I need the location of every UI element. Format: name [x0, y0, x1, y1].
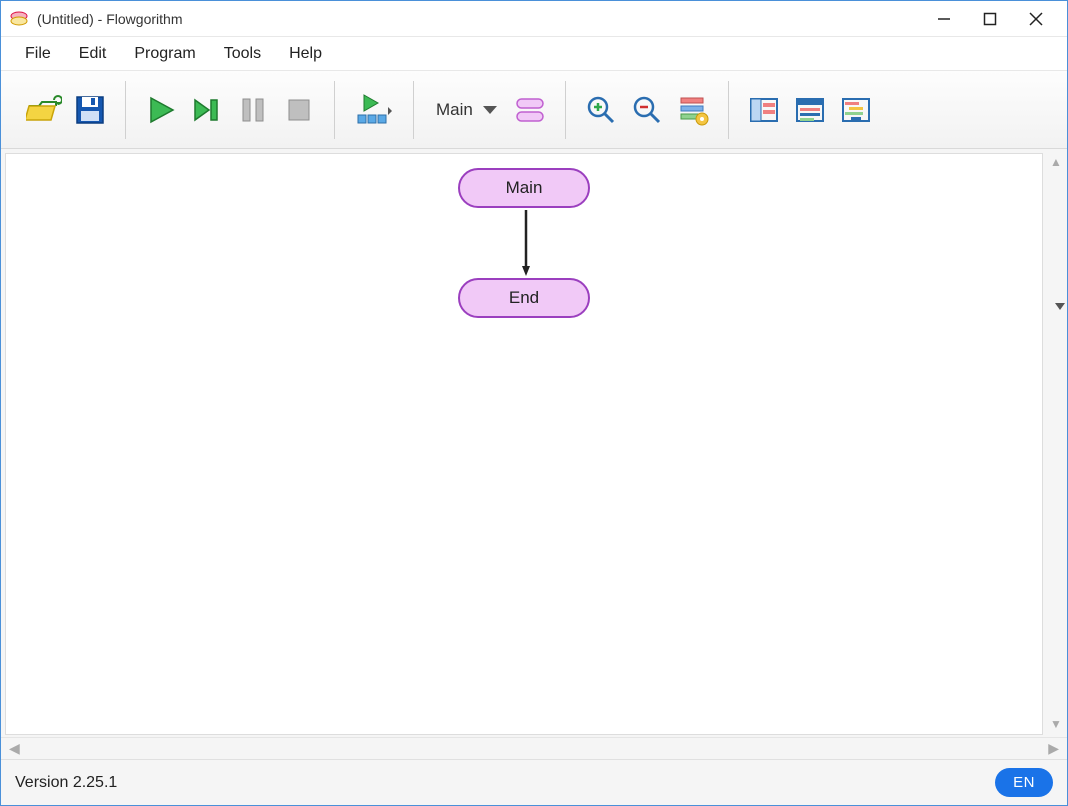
save-floppy-icon: [74, 94, 106, 126]
close-button[interactable]: [1013, 3, 1059, 35]
toolbar-overflow-icon[interactable]: [1055, 299, 1065, 313]
console-button[interactable]: [787, 87, 833, 133]
app-window: (Untitled) - Flowgorithm File Edit Progr…: [0, 0, 1068, 806]
play-icon: [145, 94, 177, 126]
layout-gear-icon: [677, 94, 709, 126]
toolgroup-function: Main: [418, 81, 561, 139]
flow-start-label: Main: [506, 178, 543, 198]
zoom-in-icon: [585, 94, 617, 126]
console-panel-icon: [794, 95, 826, 125]
run-button[interactable]: [138, 87, 184, 133]
flow-end-node[interactable]: End: [458, 278, 590, 318]
flowchart-canvas[interactable]: Main End: [5, 153, 1043, 735]
flow-start-node[interactable]: Main: [458, 168, 590, 208]
scroll-right-icon: ▶: [1048, 740, 1059, 757]
chevron-down-icon: [483, 106, 497, 114]
titlebar: (Untitled) - Flowgorithm: [1, 1, 1067, 37]
window-title: (Untitled) - Flowgorithm: [37, 11, 182, 27]
gantt-panel-icon: [840, 95, 872, 125]
zoom-in-button[interactable]: [578, 87, 624, 133]
function-manager-button[interactable]: [507, 87, 553, 133]
minimize-button[interactable]: [921, 3, 967, 35]
open-folder-icon: [26, 94, 62, 126]
variable-watch-button[interactable]: [741, 87, 787, 133]
scroll-left-icon: ◀: [9, 740, 20, 757]
step-into-button[interactable]: [347, 87, 401, 133]
scroll-down-icon: ▼: [1050, 717, 1062, 731]
open-button[interactable]: [21, 87, 67, 133]
flow-end-label: End: [509, 288, 539, 308]
toolbar-separator: [728, 81, 729, 139]
toolbar-separator: [125, 81, 126, 139]
pause-icon: [238, 95, 268, 125]
toolbar-separator: [413, 81, 414, 139]
save-button[interactable]: [67, 87, 113, 133]
toolgroup-zoom: [570, 81, 724, 139]
toolgroup-run: [130, 81, 330, 139]
zoom-out-button[interactable]: [624, 87, 670, 133]
menu-edit[interactable]: Edit: [65, 39, 121, 69]
pause-button[interactable]: [230, 87, 276, 133]
stop-icon: [284, 95, 314, 125]
toolbar: Main: [1, 71, 1067, 149]
language-button[interactable]: EN: [995, 768, 1053, 797]
step-into-icon: [354, 93, 394, 127]
menu-tools[interactable]: Tools: [210, 39, 275, 69]
zoom-out-icon: [631, 94, 663, 126]
panel-split-icon: [748, 95, 780, 125]
function-selector[interactable]: Main: [426, 100, 507, 120]
stop-button[interactable]: [276, 87, 322, 133]
terminals-icon: [513, 95, 547, 125]
flow-arrow-icon: [522, 210, 530, 280]
scroll-up-icon: ▲: [1050, 155, 1062, 169]
menu-file[interactable]: File: [11, 39, 65, 69]
maximize-button[interactable]: [967, 3, 1013, 35]
content-area: Main End ▲ ▼: [1, 149, 1067, 737]
layout-options-button[interactable]: [670, 87, 716, 133]
toolgroup-file: [13, 81, 121, 139]
vertical-scrollbar[interactable]: ▲ ▼: [1045, 149, 1067, 737]
step-forward-icon: [191, 94, 223, 126]
source-code-button[interactable]: [833, 87, 879, 133]
app-icon: [9, 9, 29, 29]
step-button[interactable]: [184, 87, 230, 133]
horizontal-scrollbar[interactable]: ◀ ▶: [1, 737, 1067, 759]
version-label: Version 2.25.1: [15, 774, 117, 792]
toolgroup-stepmode: [339, 81, 409, 139]
toolbar-separator: [334, 81, 335, 139]
function-selected-label: Main: [436, 100, 473, 120]
statusbar: Version 2.25.1 EN: [1, 759, 1067, 805]
toolgroup-views: [733, 81, 887, 139]
toolbar-separator: [565, 81, 566, 139]
menubar: File Edit Program Tools Help: [1, 37, 1067, 71]
menu-program[interactable]: Program: [120, 39, 209, 69]
menu-help[interactable]: Help: [275, 39, 336, 69]
